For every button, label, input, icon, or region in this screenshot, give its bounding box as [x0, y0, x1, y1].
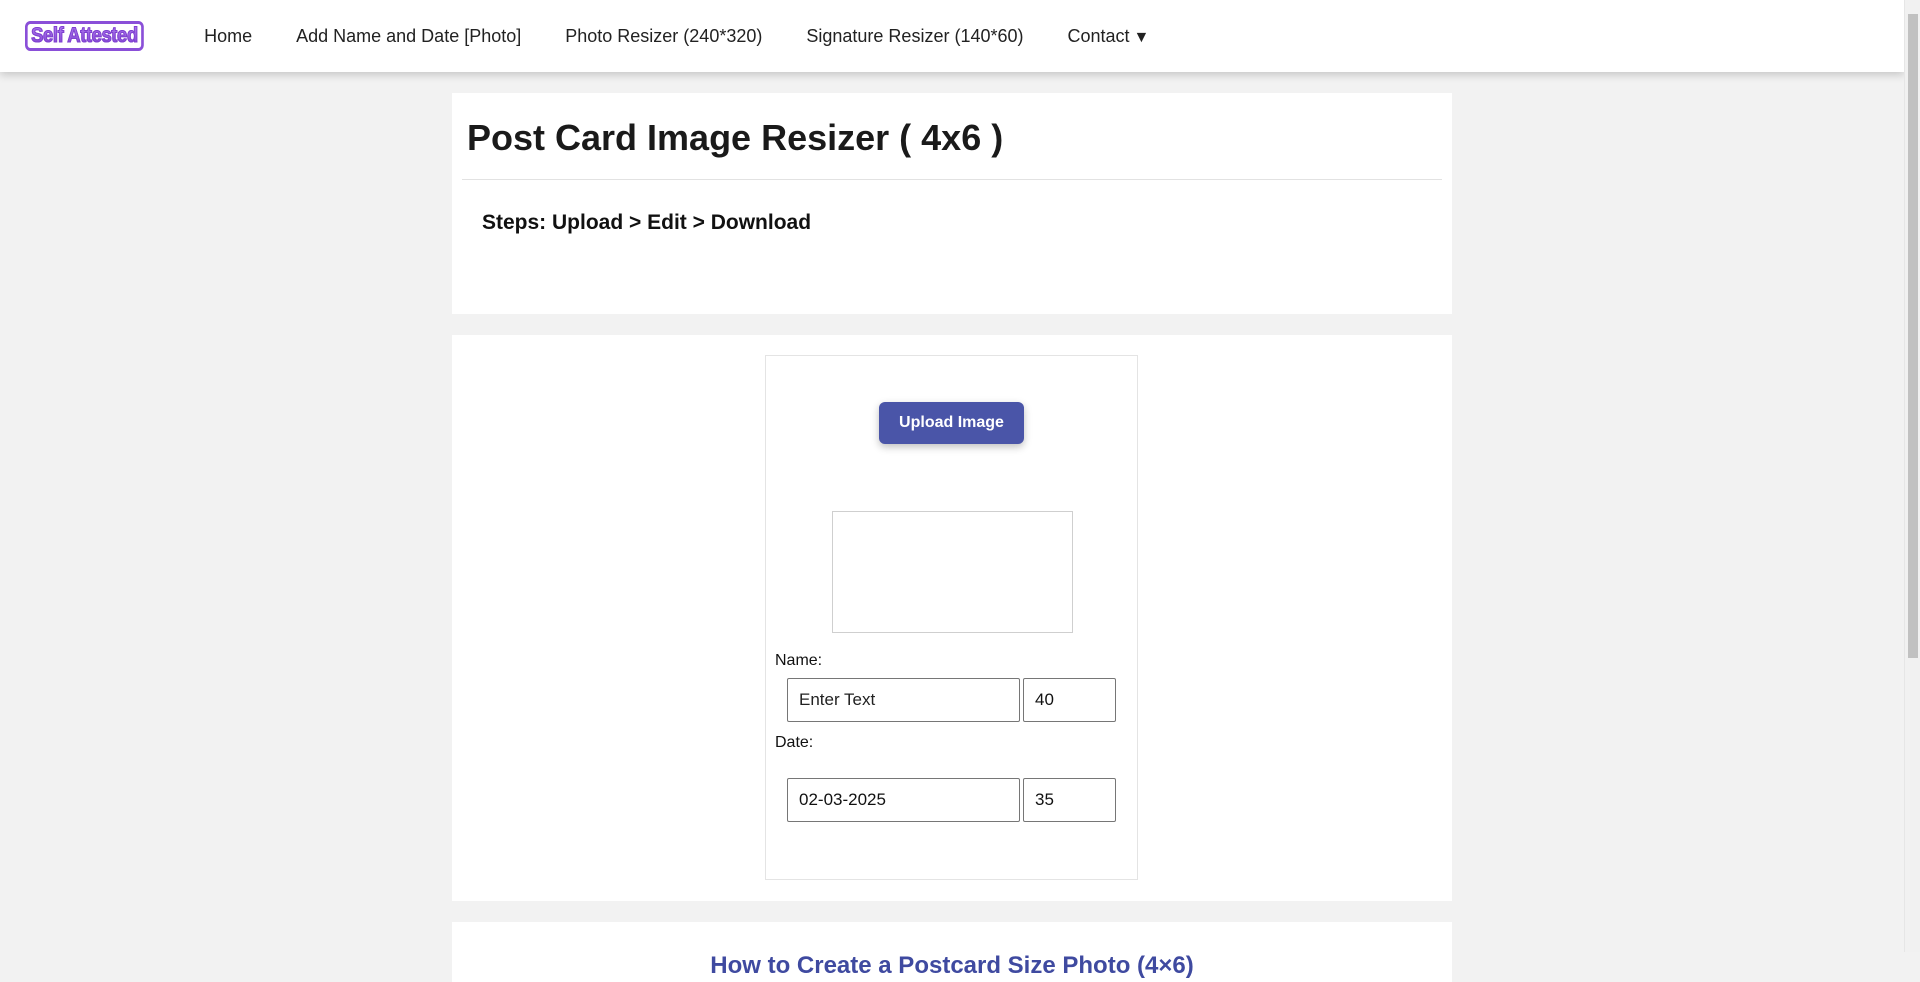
howto-heading: How to Create a Postcard Size Photo (4×6…: [710, 951, 1194, 979]
top-navbar: Self Attested Home Add Name and Date [Ph…: [0, 0, 1904, 72]
nav-add-name-date-link[interactable]: Add Name and Date [Photo]: [274, 26, 543, 47]
page-scrollbar[interactable]: [1904, 0, 1920, 952]
nav-links: Home Add Name and Date [Photo] Photo Res…: [182, 26, 1171, 47]
nav-home-link[interactable]: Home: [182, 26, 274, 47]
editor-card: Upload Image Name: Date:: [452, 335, 1452, 901]
image-preview-canvas: [832, 511, 1073, 633]
caret-down-icon: ▼: [1133, 28, 1150, 46]
scrollbar-thumb[interactable]: [1908, 14, 1918, 658]
date-font-size-input[interactable]: [1023, 778, 1116, 822]
name-text-input[interactable]: [787, 678, 1020, 722]
name-font-size-input[interactable]: [1023, 678, 1116, 722]
nav-photo-resizer-link[interactable]: Photo Resizer (240*320): [543, 26, 784, 47]
date-label: Date:: [775, 734, 814, 751]
nav-signature-resizer-link[interactable]: Signature Resizer (140*60): [784, 26, 1045, 47]
page-title: Post Card Image Resizer ( 4x6 ): [467, 117, 1004, 158]
upload-image-button[interactable]: Upload Image: [879, 402, 1024, 444]
editor-panel: Upload Image Name: Date:: [765, 355, 1138, 880]
nav-contact-label: Contact: [1067, 25, 1130, 46]
howto-card: How to Create a Postcard Size Photo (4×6…: [452, 922, 1452, 982]
name-label: Name:: [775, 652, 823, 669]
steps-text: Steps: Upload > Edit > Download: [482, 211, 812, 234]
site-logo[interactable]: Self Attested: [25, 21, 144, 51]
header-card: Post Card Image Resizer ( 4x6 ) Steps: U…: [452, 93, 1452, 314]
title-divider: [462, 179, 1442, 180]
nav-contact-dropdown[interactable]: Contact ▼: [1046, 26, 1172, 47]
date-text-input[interactable]: [787, 778, 1020, 822]
